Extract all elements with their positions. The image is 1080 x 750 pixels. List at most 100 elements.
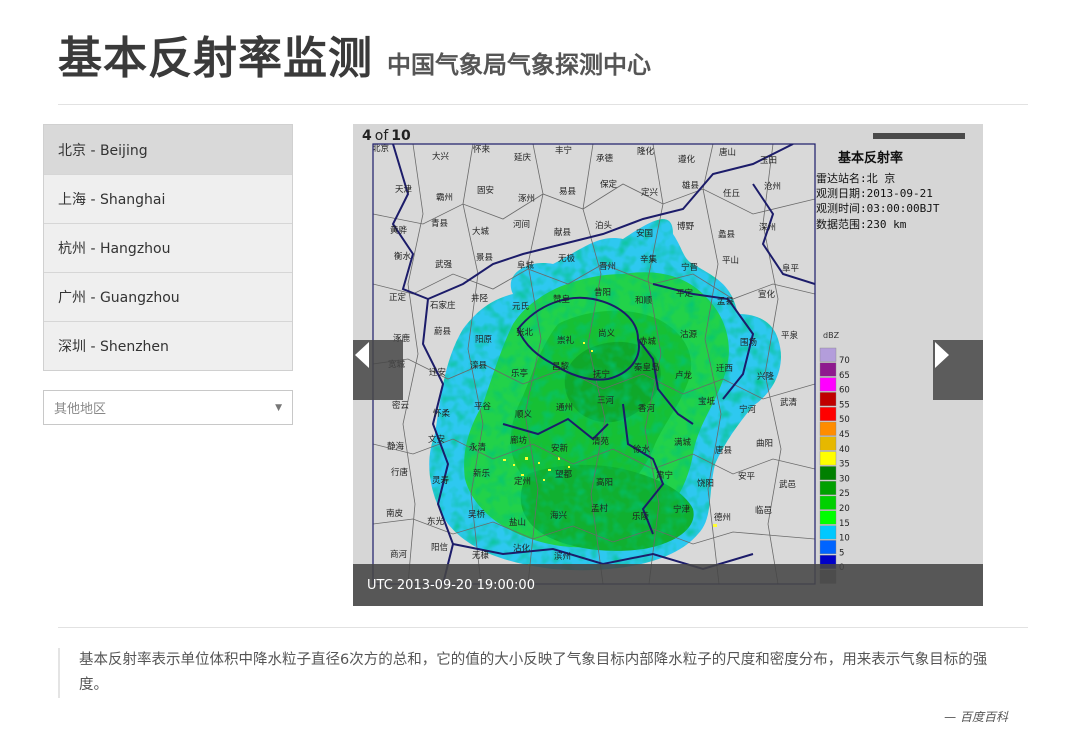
page-title: 基本反射率监测 [58,33,373,84]
slide-current: 4 [362,128,372,144]
city-item-hangzhou[interactable]: 杭州 - Hangzhou [44,223,292,272]
legend-label: 10 [839,534,850,544]
legend-label: 60 [839,386,850,396]
place-label: 宁晋 [681,262,698,273]
place-label: 曲阳 [756,438,773,449]
place-label: 盂县 [717,297,735,307]
place-label: 围场 [740,338,757,348]
quote-source: — 百度百科 [944,710,1008,724]
place-label: 廊坊 [510,435,528,446]
place-label: 大城 [472,226,490,237]
place-label: 丰宁 [555,145,572,156]
legend-label: 35 [839,460,850,470]
page-subtitle: 中国气象局气象探测中心 [387,51,651,79]
place-label: 宣化 [758,289,776,300]
place-label: 正定 [389,292,407,303]
place-label: 定州 [514,476,531,487]
city-item-shanghai[interactable]: 上海 - Shanghai [44,174,292,223]
city-item-label: 深圳 - Shenzhen [58,339,169,355]
legend-label: 70 [839,356,850,366]
city-item-guangzhou[interactable]: 广州 - Guangzhou [44,272,292,321]
place-label: 静海 [387,441,405,452]
city-item-beijing[interactable]: 北京 - Beijing [44,125,292,174]
city-item-label: 广州 - Guangzhou [58,290,180,306]
slide-total: 10 [391,128,411,144]
place-label: 宁津 [673,504,691,515]
prev-slide-button[interactable] [353,340,403,400]
place-label: 涿州 [518,194,535,204]
legend-swatch [819,362,837,377]
place-label: 阳信 [431,542,449,553]
place-label: 景县 [476,253,494,263]
content-divider [58,627,1028,628]
place-label: 密云 [392,400,410,411]
place-label: 蔚县 [434,326,452,337]
place-label: 承德 [596,153,614,164]
other-region-select[interactable]: 其他地区 ▼ [43,390,293,425]
place-label: 延庆 [514,152,532,163]
place-label: 元氏 [512,302,530,312]
place-label: 通州 [556,402,573,413]
place-label: 迁西 [716,363,733,374]
panel-bar [873,133,965,139]
city-item-label: 上海 - Shanghai [58,192,166,208]
legend-label: 25 [839,489,850,499]
legend-label: 15 [839,519,850,529]
place-label: 和顺 [635,296,653,306]
place-label: 唐县 [715,445,733,456]
place-label: 昌黎 [552,361,570,372]
slide-timestamp: UTC 2013-09-20 19:00:00 [367,577,535,593]
place-label: 黄骅 [390,225,408,236]
place-label: 武邑 [779,479,796,490]
legend-swatch [819,495,837,510]
place-label: 滨州 [554,551,571,562]
place-label: 安国 [636,228,653,239]
place-label: 沧州 [764,181,781,192]
legend-swatch [819,421,837,436]
place-label: 肃宁 [656,470,673,481]
slide-caption: UTC 2013-09-20 19:00:00 [353,564,983,606]
legend-swatch [819,347,837,362]
legend-swatch [819,392,837,407]
place-label: 北京 [372,143,389,154]
legend-label: 40 [839,445,850,455]
place-label: 三河 [597,395,615,406]
place-label: 宝坻 [698,396,716,407]
place-label: 迁安 [429,367,446,378]
next-slide-button[interactable] [933,340,983,400]
legend-swatch [819,377,837,392]
place-label: 保定 [600,179,618,190]
place-label: 张北 [516,328,534,338]
place-label: 吴桥 [468,509,486,520]
place-label: 赤城 [639,337,657,347]
city-item-shenzhen[interactable]: 深圳 - Shenzhen [44,321,292,370]
place-label: 井陉 [471,293,489,304]
page-header: 基本反射率监测 中国气象局气象探测中心 [58,22,651,86]
place-label: 泊头 [595,220,613,231]
place-label: 卢龙 [675,370,693,381]
place-label: 新乐 [473,468,491,479]
place-label: 玉田 [760,156,777,166]
place-label: 崇礼 [557,335,575,346]
legend-label: 55 [839,400,850,410]
place-label: 德州 [714,512,731,523]
legend-swatch [819,481,837,495]
header-divider [58,104,1028,105]
place-label: 滦县 [470,360,488,371]
place-label: 兴隆 [757,371,775,382]
chevron-down-icon: ▼ [275,402,282,413]
radar-station: 雷达站名:北 京 [816,171,895,185]
place-label: 秦皇岛 [634,362,660,373]
radar-image: 北京大兴 怀来延庆 丰宁承德 隆化遵化 唐山玉田天津霸州 固安涿州 易县 保定定兴 雄县任丘 沧州… [372,133,965,585]
place-label: 平定 [676,288,694,299]
place-label: 孟村 [591,503,609,514]
place-label: 平泉 [781,330,799,341]
place-label: 清苑 [592,436,610,447]
reflectivity-legend: 7065605550454035302520151050 [819,347,850,584]
place-label: 天津 [395,184,413,195]
radar-range: 数据范围:230 km [816,217,907,231]
place-label: 唐山 [719,147,736,158]
place-label: 平山 [722,255,739,266]
place-label: 满城 [674,437,692,448]
place-label: 盐山 [509,517,526,528]
